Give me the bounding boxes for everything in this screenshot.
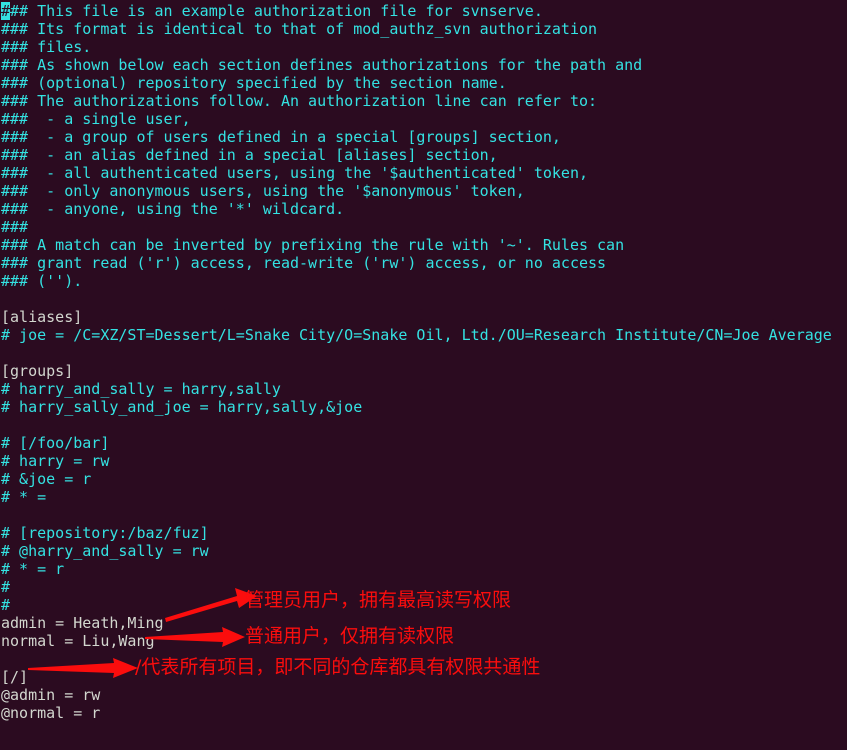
terminal-line-text: normal = Liu,Wang xyxy=(1,632,155,650)
terminal-line-text: ### (optional) repository specified by t… xyxy=(1,74,507,92)
terminal-line: # &joe = r xyxy=(1,470,832,488)
terminal-line-text: ### files. xyxy=(1,38,92,56)
terminal-line-text: # harry_sally_and_joe = harry,sally,&joe xyxy=(1,398,363,416)
terminal-line xyxy=(1,740,832,750)
terminal-line xyxy=(1,344,832,362)
terminal-line: @admin = rw xyxy=(1,686,832,704)
terminal-line: ### The authorizations follow. An author… xyxy=(1,92,832,110)
terminal-line-text: # xyxy=(1,596,11,614)
terminal-line-text: ### - a group of users defined in a spec… xyxy=(1,128,561,146)
terminal-line-text: # @harry_and_sally = rw xyxy=(1,542,209,560)
terminal-line-text: ### xyxy=(1,218,29,236)
terminal-line: ### This file is an example authorizatio… xyxy=(1,2,832,20)
terminal-line: # harry_and_sally = harry,sally xyxy=(1,380,832,398)
terminal-line: # @harry_and_sally = rw xyxy=(1,542,832,560)
text-cursor: # xyxy=(1,2,11,20)
terminal-line-text: @normal = r xyxy=(1,704,101,722)
terminal-right-gutter xyxy=(833,0,847,750)
terminal-line: [aliases] xyxy=(1,308,832,326)
terminal-line-text: ### The authorizations follow. An author… xyxy=(1,92,598,110)
terminal-line: @normal = r xyxy=(1,704,832,722)
terminal-line xyxy=(1,416,832,434)
terminal-line: # xyxy=(1,578,832,596)
terminal-line-text: # * = xyxy=(1,488,47,506)
terminal-line: ### As shown below each section defines … xyxy=(1,56,832,74)
terminal-line: ### - all authenticated users, using the… xyxy=(1,164,832,182)
terminal-line: [/] xyxy=(1,668,832,686)
terminal-line-text: # * = r xyxy=(1,560,65,578)
terminal-line: ### - anyone, using the '*' wildcard. xyxy=(1,200,832,218)
terminal-line-text: ### (''). xyxy=(1,272,83,290)
terminal-line xyxy=(1,506,832,524)
terminal-line: # * = xyxy=(1,488,832,506)
terminal-line: ### Its format is identical to that of m… xyxy=(1,20,832,38)
terminal-line-text: # xyxy=(1,578,11,596)
terminal-line-text: # [/foo/bar] xyxy=(1,434,110,452)
terminal-line: ### grant read ('r') access, read-write … xyxy=(1,254,832,272)
terminal-line-text: ### - only anonymous users, using the '$… xyxy=(1,182,525,200)
terminal-line: # joe = /C=XZ/ST=Dessert/L=Snake City/O=… xyxy=(1,326,832,344)
terminal-line-text xyxy=(1,722,10,740)
terminal-line-text: ### - anyone, using the '*' wildcard. xyxy=(1,200,345,218)
terminal-line: # [repository:/baz/fuz] xyxy=(1,524,832,542)
terminal-line-text: admin = Heath,Ming xyxy=(1,614,164,632)
terminal-line-text: # harry = rw xyxy=(1,452,110,470)
terminal-line: ### files. xyxy=(1,38,832,56)
terminal-line: # * = r xyxy=(1,560,832,578)
text-buffer[interactable]: ### This file is an example authorizatio… xyxy=(0,0,832,750)
terminal-line: ### - only anonymous users, using the '$… xyxy=(1,182,832,200)
terminal-line-text: @admin = rw xyxy=(1,686,101,704)
terminal-line-text: [/] xyxy=(1,668,29,686)
terminal-line: # xyxy=(1,596,832,614)
terminal-line-text: # harry_and_sally = harry,sally xyxy=(1,380,281,398)
terminal-line: ### - a group of users defined in a spec… xyxy=(1,128,832,146)
terminal-line-text: # [repository:/baz/fuz] xyxy=(1,524,209,542)
terminal-line-text xyxy=(1,506,10,524)
terminal-line-text xyxy=(1,344,10,362)
terminal-line: ### - an alias defined in a special [ali… xyxy=(1,146,832,164)
terminal-line: ### (optional) repository specified by t… xyxy=(1,74,832,92)
terminal-line-text xyxy=(1,290,10,308)
terminal-window[interactable]: ### This file is an example authorizatio… xyxy=(0,0,847,750)
terminal-line-text xyxy=(1,416,10,434)
terminal-line: normal = Liu,Wang xyxy=(1,632,832,650)
terminal-line-text xyxy=(1,650,10,668)
terminal-line: ### (''). xyxy=(1,272,832,290)
terminal-line-text: ### - all authenticated users, using the… xyxy=(1,164,588,182)
terminal-line xyxy=(1,290,832,308)
terminal-line: ### - a single user, xyxy=(1,110,832,128)
terminal-line: ### xyxy=(1,218,832,236)
terminal-line-text: ## This file is an example authorization… xyxy=(10,2,543,20)
terminal-line-text: ### - an alias defined in a special [ali… xyxy=(1,146,498,164)
terminal-line-text: ### - a single user, xyxy=(1,110,191,128)
terminal-line xyxy=(1,722,832,740)
terminal-line: # [/foo/bar] xyxy=(1,434,832,452)
terminal-line-text: # &joe = r xyxy=(1,470,92,488)
terminal-line-text: ### grant read ('r') access, read-write … xyxy=(1,254,607,272)
terminal-line-text: # joe = /C=XZ/ST=Dessert/L=Snake City/O=… xyxy=(1,326,832,344)
terminal-line: admin = Heath,Ming xyxy=(1,614,832,632)
terminal-line xyxy=(1,650,832,668)
terminal-line-text: ### Its format is identical to that of m… xyxy=(1,20,598,38)
terminal-line-text: ### A match can be inverted by prefixing… xyxy=(1,236,625,254)
terminal-line-text xyxy=(1,740,10,750)
terminal-line: # harry = rw xyxy=(1,452,832,470)
terminal-line-text: ### As shown below each section defines … xyxy=(1,56,643,74)
terminal-line: ### A match can be inverted by prefixing… xyxy=(1,236,832,254)
terminal-line: [groups] xyxy=(1,362,832,380)
terminal-line: # harry_sally_and_joe = harry,sally,&joe xyxy=(1,398,832,416)
terminal-line-text: [groups] xyxy=(1,362,74,380)
terminal-line-text: [aliases] xyxy=(1,308,83,326)
